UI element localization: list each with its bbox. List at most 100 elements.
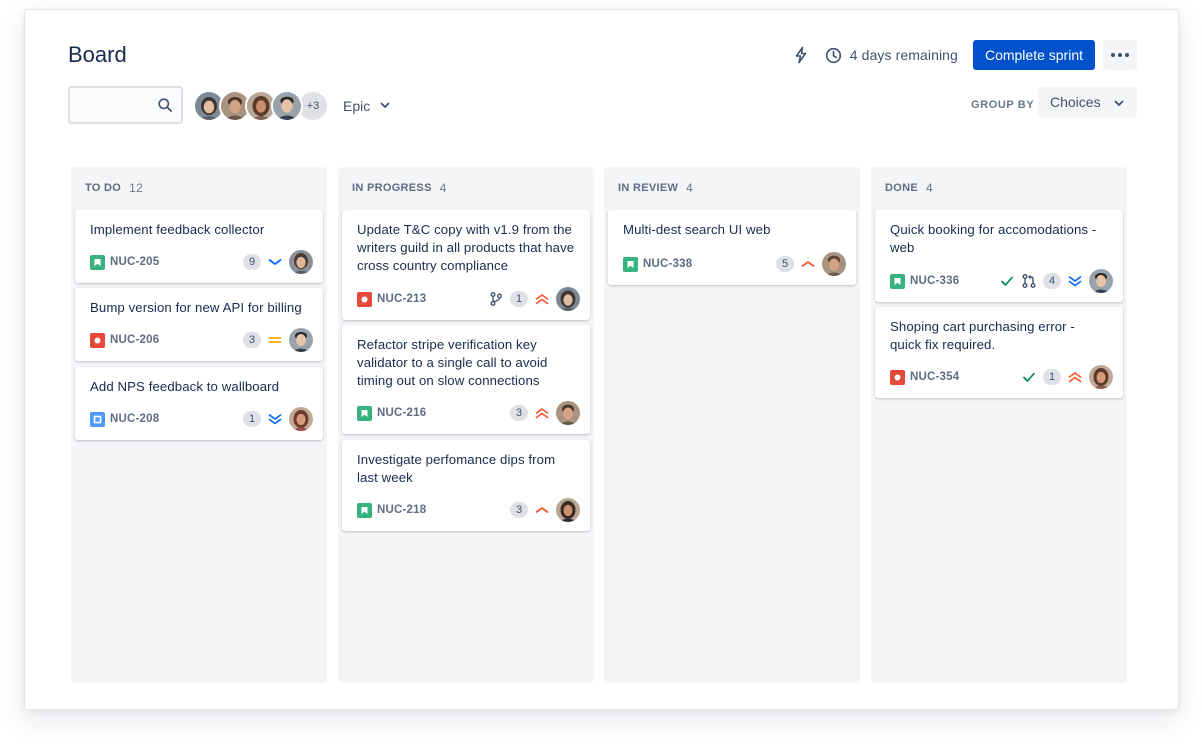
story-points-badge: 3 [510, 502, 528, 518]
assignee-avatar[interactable] [289, 328, 313, 352]
assignee-avatar[interactable] [556, 498, 580, 522]
group-by-value: Choices [1050, 94, 1101, 110]
issue-key[interactable]: NUC-354 [910, 371, 959, 383]
issue-key[interactable]: NUC-205 [110, 256, 159, 268]
bug-icon [890, 369, 905, 385]
issue-meta: 3 [504, 498, 580, 522]
column-title: TO DO [85, 182, 122, 194]
issue-key[interactable]: NUC-338 [643, 258, 692, 270]
chevron-down-icon [1113, 96, 1125, 112]
issue-footer: NUC-206 3 [90, 328, 313, 352]
priority-high-icon [534, 502, 550, 518]
issue-card[interactable]: Update T&C copy with v1.9 from the write… [342, 210, 590, 320]
assignee-avatar[interactable] [289, 250, 313, 274]
column-in-review: IN REVIEW 4 Multi-dest search UI web NUC… [604, 167, 860, 683]
column-title: DONE [885, 182, 918, 194]
more-actions-button[interactable] [1103, 40, 1137, 70]
issue-footer: NUC-354 1 [890, 365, 1113, 389]
issue-footer: NUC-218 3 [357, 498, 580, 522]
story-icon [90, 254, 105, 270]
issue-title: Update T&C copy with v1.9 from the write… [357, 222, 575, 273]
story-icon [623, 256, 638, 272]
issue-card[interactable]: Add NPS feedback to wallboard NUC-208 1 [75, 367, 323, 440]
column-title: IN REVIEW [618, 182, 679, 194]
issue-meta: 5 [770, 252, 846, 276]
check-icon [1021, 369, 1037, 385]
priority-lowest-icon [1067, 273, 1083, 289]
group-by-label: GROUP BY [971, 99, 1035, 111]
issue-card[interactable]: Implement feedback collector NUC-205 9 [75, 210, 323, 283]
priority-highest-icon [534, 405, 550, 421]
chevron-down-icon [379, 98, 391, 114]
issue-key[interactable]: NUC-208 [110, 413, 159, 425]
issue-title: Implement feedback collector [90, 222, 265, 237]
complete-sprint-button[interactable]: Complete sprint [972, 40, 1095, 70]
assignee-avatar[interactable] [1089, 365, 1113, 389]
column-header: IN PROGRESS 4 [338, 167, 594, 209]
issue-title: Refactor stripe verification key validat… [357, 337, 548, 388]
task-icon [90, 411, 105, 427]
assignee-avatar[interactable] [289, 407, 313, 431]
issue-meta: 9 [237, 250, 313, 274]
issue-card[interactable]: Investigate perfomance dips from last we… [342, 440, 590, 531]
column-count: 4 [686, 181, 694, 195]
lightning-icon[interactable] [791, 45, 811, 65]
issue-key[interactable]: NUC-336 [910, 275, 959, 287]
sprint-remaining: 4 days remaining [849, 47, 958, 63]
clock-icon [825, 46, 843, 64]
issue-footer: NUC-208 1 [90, 407, 313, 431]
issue-meta: 4 [993, 269, 1113, 293]
issue-footer: NUC-216 3 [357, 401, 580, 425]
issue-card[interactable]: Quick booking for accomodations - web NU… [875, 210, 1123, 302]
issue-card[interactable]: Refactor stripe verification key validat… [342, 325, 590, 434]
search-input[interactable] [70, 88, 150, 122]
issue-meta: 3 [237, 328, 313, 352]
issue-footer: NUC-336 4 [890, 269, 1113, 293]
issue-meta: 1 [482, 287, 580, 311]
priority-lowest-icon [267, 411, 283, 427]
story-points-badge: 1 [243, 411, 261, 427]
issue-card[interactable]: Shoping cart purchasing error - quick fi… [875, 307, 1123, 398]
issue-title: Shoping cart purchasing error - quick fi… [890, 319, 1075, 352]
story-points-badge: 4 [1043, 273, 1061, 289]
epic-filter-label: Epic [343, 98, 371, 114]
issue-card[interactable]: Bump version for new API for billing NUC… [75, 288, 323, 361]
issue-footer: NUC-213 1 [357, 287, 580, 311]
issue-card[interactable]: Multi-dest search UI web NUC-338 5 [608, 210, 856, 285]
story-icon [890, 273, 905, 289]
story-points-badge: 5 [776, 256, 794, 272]
bug-icon [90, 332, 105, 348]
story-points-badge: 3 [243, 332, 261, 348]
epic-filter[interactable]: Epic [343, 95, 391, 117]
issue-key[interactable]: NUC-218 [377, 504, 426, 516]
column-header: DONE 4 [871, 167, 1127, 209]
issue-title: Bump version for new API for billing [90, 300, 302, 315]
story-points-badge: 1 [1043, 369, 1061, 385]
column-done: DONE 4 Quick booking for accomodations -… [871, 167, 1127, 683]
issue-key[interactable]: NUC-213 [377, 293, 426, 305]
assignee-avatar[interactable] [556, 287, 580, 311]
assignee-avatar[interactable] [822, 252, 846, 276]
story-points-badge: 3 [510, 405, 528, 421]
branch-icon [488, 291, 504, 307]
issue-title: Add NPS feedback to wallboard [90, 379, 280, 394]
assignee-avatar[interactable] [556, 401, 580, 425]
priority-highest-icon [1067, 369, 1083, 385]
issue-meta: 1 [1015, 365, 1113, 389]
search-box [68, 86, 183, 124]
priority-medium-icon [267, 332, 283, 348]
story-points-badge: 1 [510, 291, 528, 307]
board-window: Board 4 days remaining Complete sprint +… [24, 9, 1179, 710]
issue-footer: NUC-338 5 [623, 252, 846, 276]
assignee-avatar[interactable] [1089, 269, 1113, 293]
priority-low-icon [267, 254, 283, 270]
search-icon[interactable] [157, 97, 173, 113]
check-icon [999, 273, 1015, 289]
priority-highest-icon [534, 291, 550, 307]
avatar[interactable] [271, 90, 303, 122]
issue-key[interactable]: NUC-206 [110, 334, 159, 346]
bug-icon [357, 291, 372, 307]
issue-key[interactable]: NUC-216 [377, 407, 426, 419]
group-by-select[interactable]: Choices [1038, 87, 1137, 117]
issue-title: Quick booking for accomodations - web [890, 222, 1097, 255]
